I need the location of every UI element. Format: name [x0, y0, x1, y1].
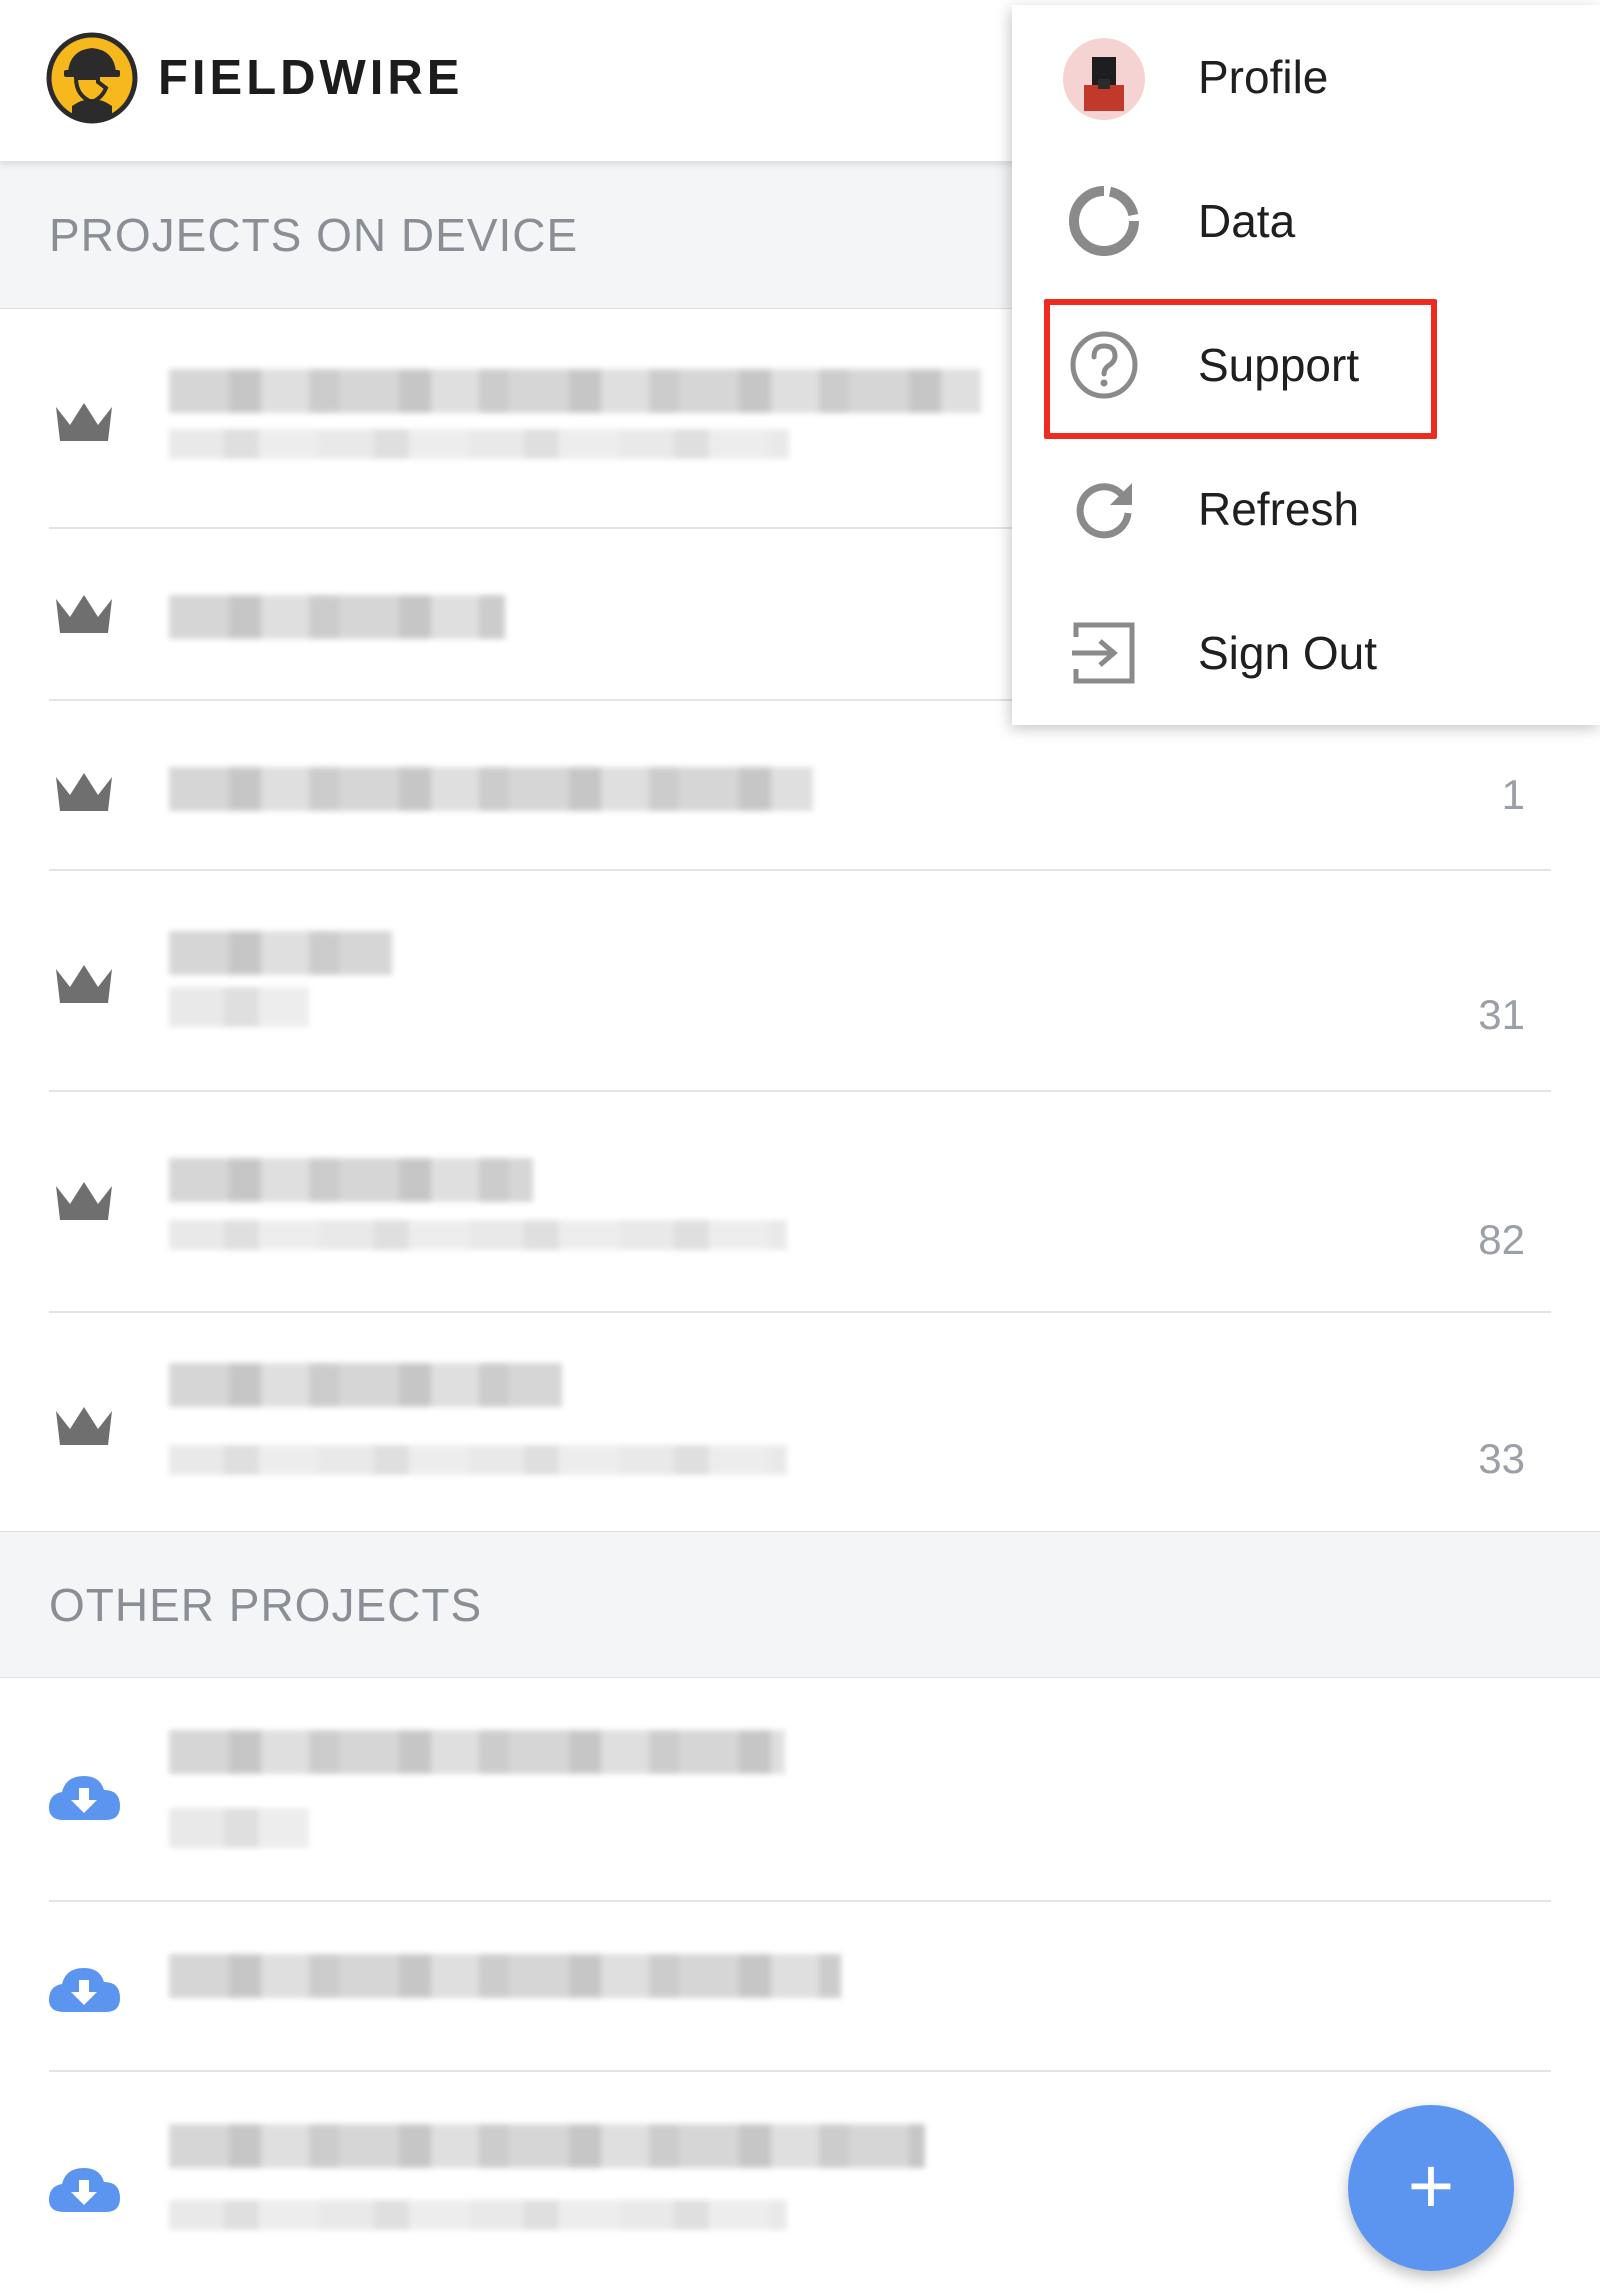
section-title: OTHER PROJECTS	[49, 1578, 483, 1631]
menu-item-label: Refresh	[1198, 483, 1360, 535]
menu-item-label: Sign Out	[1198, 627, 1377, 679]
project-detail-blurred	[169, 1808, 309, 1848]
avatar	[1063, 38, 1145, 120]
crown-icon	[56, 1407, 112, 1445]
cloud-download-icon[interactable]	[46, 1770, 122, 1826]
menu-item-label: Data	[1198, 195, 1296, 247]
project-detail-blurred	[169, 1220, 787, 1250]
crown-icon	[56, 403, 112, 441]
project-name-blurred	[169, 369, 981, 413]
project-row[interactable]: 33	[0, 1313, 1600, 1531]
project-detail-blurred	[169, 429, 789, 459]
support-highlight-box	[1044, 299, 1437, 439]
cloud-download-icon[interactable]	[46, 2162, 122, 2218]
project-count: 33	[1478, 1435, 1525, 1482]
project-name-blurred	[169, 1158, 533, 1202]
project-name-blurred	[169, 1363, 562, 1407]
fieldwire-logo-icon	[46, 32, 138, 124]
menu-item-refresh[interactable]: Refresh	[1012, 437, 1600, 581]
project-name-blurred	[169, 767, 813, 811]
sign-out-icon	[1072, 622, 1135, 684]
menu-item-data[interactable]: Data	[1012, 149, 1600, 293]
project-row[interactable]: 31	[0, 871, 1600, 1092]
project-row[interactable]: 1	[0, 701, 1600, 871]
section-title: PROJECTS ON DEVICE	[49, 209, 579, 261]
project-detail-blurred	[169, 2200, 787, 2230]
project-detail-blurred	[169, 987, 309, 1027]
crown-icon	[56, 1182, 112, 1220]
data-ring-icon	[1069, 186, 1139, 256]
menu-item-profile[interactable]: Profile	[1012, 5, 1600, 149]
menu-item-sign-out[interactable]: Sign Out	[1012, 581, 1600, 725]
project-name-blurred	[169, 1954, 841, 1998]
project-detail-blurred	[169, 1445, 787, 1475]
crown-icon	[56, 595, 112, 633]
project-row[interactable]	[0, 1902, 1600, 2072]
project-count: 1	[1501, 771, 1525, 818]
add-project-button[interactable]: +	[1348, 2105, 1514, 2271]
refresh-icon	[1076, 483, 1132, 539]
project-name-blurred	[169, 2124, 925, 2168]
crown-icon	[56, 965, 112, 1003]
project-count: 31	[1478, 991, 1525, 1038]
project-count: 82	[1478, 1216, 1525, 1263]
project-name-blurred	[169, 1730, 785, 1774]
project-row[interactable]	[0, 1678, 1600, 1902]
project-name-blurred	[169, 931, 392, 975]
brand-name: FIELDWIRE	[158, 51, 464, 105]
project-row[interactable]: 82	[0, 1092, 1600, 1313]
cloud-download-icon[interactable]	[46, 1962, 122, 2018]
crown-icon	[56, 773, 112, 811]
menu-item-label: Profile	[1198, 51, 1329, 103]
section-header-other: OTHER PROJECTS	[0, 1531, 1600, 1678]
project-name-blurred	[169, 595, 505, 639]
